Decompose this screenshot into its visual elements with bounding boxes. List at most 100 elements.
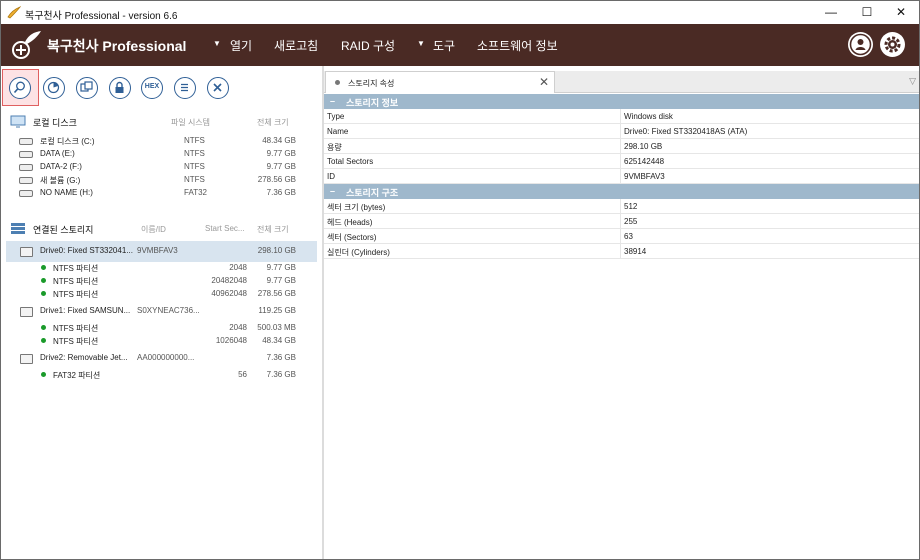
- property-row[interactable]: 섹터 크기 (bytes) 512: [324, 199, 919, 214]
- local-disks-heading: 로컬 디스크: [33, 118, 77, 128]
- drive-icon: [20, 247, 33, 257]
- partition-size: 9.77 GB: [266, 276, 296, 285]
- drive-size: 119.25 GB: [258, 306, 296, 315]
- property-value: Windows disk: [624, 112, 673, 121]
- hex-icon: HEX: [144, 83, 160, 90]
- property-row[interactable]: 헤드 (Heads) 255: [324, 214, 919, 229]
- drive-size: 298.10 GB: [257, 246, 296, 255]
- list-button[interactable]: [174, 77, 196, 99]
- partition-size: 48.34 GB: [262, 336, 296, 345]
- tab-strip: 스토리지 속성 ✕ ▽: [324, 71, 919, 93]
- menu-raid[interactable]: RAID 구성: [341, 37, 395, 54]
- property-value: 38914: [624, 247, 647, 256]
- right-panel: 스토리지 속성 ✕ ▽ – 스토리지 정보 Type Windows disk Name…: [324, 66, 919, 559]
- settings-button[interactable]: [880, 32, 905, 57]
- property-row[interactable]: ID 9VMBFAV3: [324, 169, 919, 184]
- tab-menu-icon[interactable]: ▽: [909, 76, 916, 87]
- partition-status-icon: [41, 325, 46, 330]
- local-disk-fs: NTFS: [184, 149, 205, 158]
- tools-caret-icon: ▼: [417, 39, 425, 48]
- column-divider: [620, 214, 621, 228]
- property-value: 298.10 GB: [624, 142, 663, 151]
- property-key: Total Sectors: [327, 157, 374, 166]
- menu-refresh[interactable]: 새로고침: [274, 37, 318, 54]
- drive-name[interactable]: Drive0: Fixed ST332041...: [40, 246, 133, 255]
- image-icon: [80, 81, 93, 92]
- column-divider: [620, 244, 621, 258]
- local-disk-name[interactable]: DATA-2 (F:): [40, 162, 82, 171]
- collapse-icon[interactable]: –: [330, 96, 335, 106]
- storage-heading: 연결된 스토리지: [33, 225, 94, 235]
- partition-name[interactable]: NTFS 파티션: [53, 336, 98, 347]
- partition-status-icon: [41, 372, 46, 377]
- property-group-header[interactable]: – 스토리지 정보: [324, 94, 919, 109]
- angel-logo-icon: [12, 31, 41, 59]
- collapse-icon[interactable]: –: [330, 186, 335, 196]
- partition-size: 278.56 GB: [257, 289, 296, 298]
- partition-status-icon: [41, 265, 46, 270]
- lock-button[interactable]: [109, 77, 131, 99]
- partition-size: 500.03 MB: [257, 323, 296, 332]
- partition-name[interactable]: FAT32 파티션: [53, 370, 100, 381]
- scan-button[interactable]: [43, 77, 65, 99]
- hard-disk-icon: [19, 177, 33, 184]
- column-divider: [620, 169, 621, 183]
- partition-name[interactable]: NTFS 파티션: [53, 323, 98, 334]
- property-row[interactable]: 섹터 (Sectors) 63: [324, 229, 919, 244]
- property-row[interactable]: Name Drive0: Fixed ST3320418AS (ATA): [324, 124, 919, 139]
- local-disk-name[interactable]: 새 볼륨 (G:): [40, 175, 80, 186]
- hex-button[interactable]: HEX: [141, 77, 163, 99]
- property-key: Type: [327, 112, 345, 121]
- local-disk-fs: NTFS: [184, 175, 205, 184]
- tab-label: 스토리지 속성: [348, 79, 395, 88]
- lock-icon: [115, 81, 124, 93]
- local-disk-size: 7.36 GB: [266, 188, 296, 197]
- partition-size: 7.36 GB: [266, 370, 296, 379]
- partition-name[interactable]: NTFS 파티션: [53, 263, 98, 274]
- property-key: Name: [327, 127, 349, 136]
- local-disk-name[interactable]: 로컬 디스크 (C:): [40, 136, 95, 147]
- local-disk-name[interactable]: DATA (E:): [40, 149, 75, 158]
- property-key: 실린더 (Cylinders): [327, 248, 390, 257]
- tab-storage-properties[interactable]: 스토리지 속성 ✕: [325, 71, 555, 93]
- drive-name[interactable]: Drive2: Removable Jet...: [40, 353, 128, 362]
- partition-name[interactable]: NTFS 파티션: [53, 289, 98, 300]
- property-row[interactable]: Total Sectors 625142448: [324, 154, 919, 169]
- hard-disk-icon: [19, 151, 33, 158]
- col-start-sector: Start Sec...: [205, 224, 245, 233]
- col-storage-size: 전체 크기: [257, 225, 289, 234]
- column-divider: [620, 139, 621, 153]
- image-button[interactable]: [76, 77, 98, 99]
- menu-about[interactable]: 소프트웨어 정보: [477, 37, 558, 54]
- menu-tools[interactable]: 도구: [433, 37, 455, 54]
- local-disk-fs: NTFS: [184, 136, 205, 145]
- local-disk-name[interactable]: NO NAME (H:): [40, 188, 93, 197]
- property-key: 섹터 (Sectors): [327, 233, 377, 242]
- property-row[interactable]: 용량 298.10 GB: [324, 139, 919, 154]
- local-disk-size: 9.77 GB: [266, 162, 296, 171]
- property-row[interactable]: Type Windows disk: [324, 109, 919, 124]
- property-key: 섹터 크기 (bytes): [327, 203, 386, 212]
- hard-disk-icon: [19, 190, 33, 197]
- account-button[interactable]: [848, 32, 873, 57]
- tab-close-icon[interactable]: ✕: [539, 75, 549, 89]
- property-group-header[interactable]: – 스토리지 구조: [324, 184, 919, 199]
- partition-size: 9.77 GB: [266, 263, 296, 272]
- app-logo-icon: [7, 6, 21, 19]
- column-divider: [620, 109, 621, 123]
- drive-id: AA000000000...: [137, 353, 195, 362]
- property-value: Drive0: Fixed ST3320418AS (ATA): [624, 127, 748, 136]
- close-tool-button[interactable]: [207, 77, 229, 99]
- drive-name[interactable]: Drive1: Fixed SAMSUN...: [40, 306, 130, 315]
- left-panel: HEX 로컬 디스크 파일 시스템 전체 크기 로컬 디스크 (C:) NTFS 4…: [1, 66, 322, 559]
- property-row[interactable]: 실린더 (Cylinders) 38914: [324, 244, 919, 259]
- close-window-button[interactable]: ✕: [878, 1, 919, 24]
- drive-icon: [20, 354, 33, 364]
- search-button[interactable]: [9, 77, 31, 99]
- group-title: 스토리지 정보: [346, 98, 399, 108]
- partition-name[interactable]: NTFS 파티션: [53, 276, 98, 287]
- menu-open[interactable]: 열기: [230, 37, 252, 54]
- column-divider: [620, 229, 621, 243]
- col-total-size: 전체 크기: [257, 118, 289, 127]
- local-disk-size: 48.34 GB: [262, 136, 296, 145]
